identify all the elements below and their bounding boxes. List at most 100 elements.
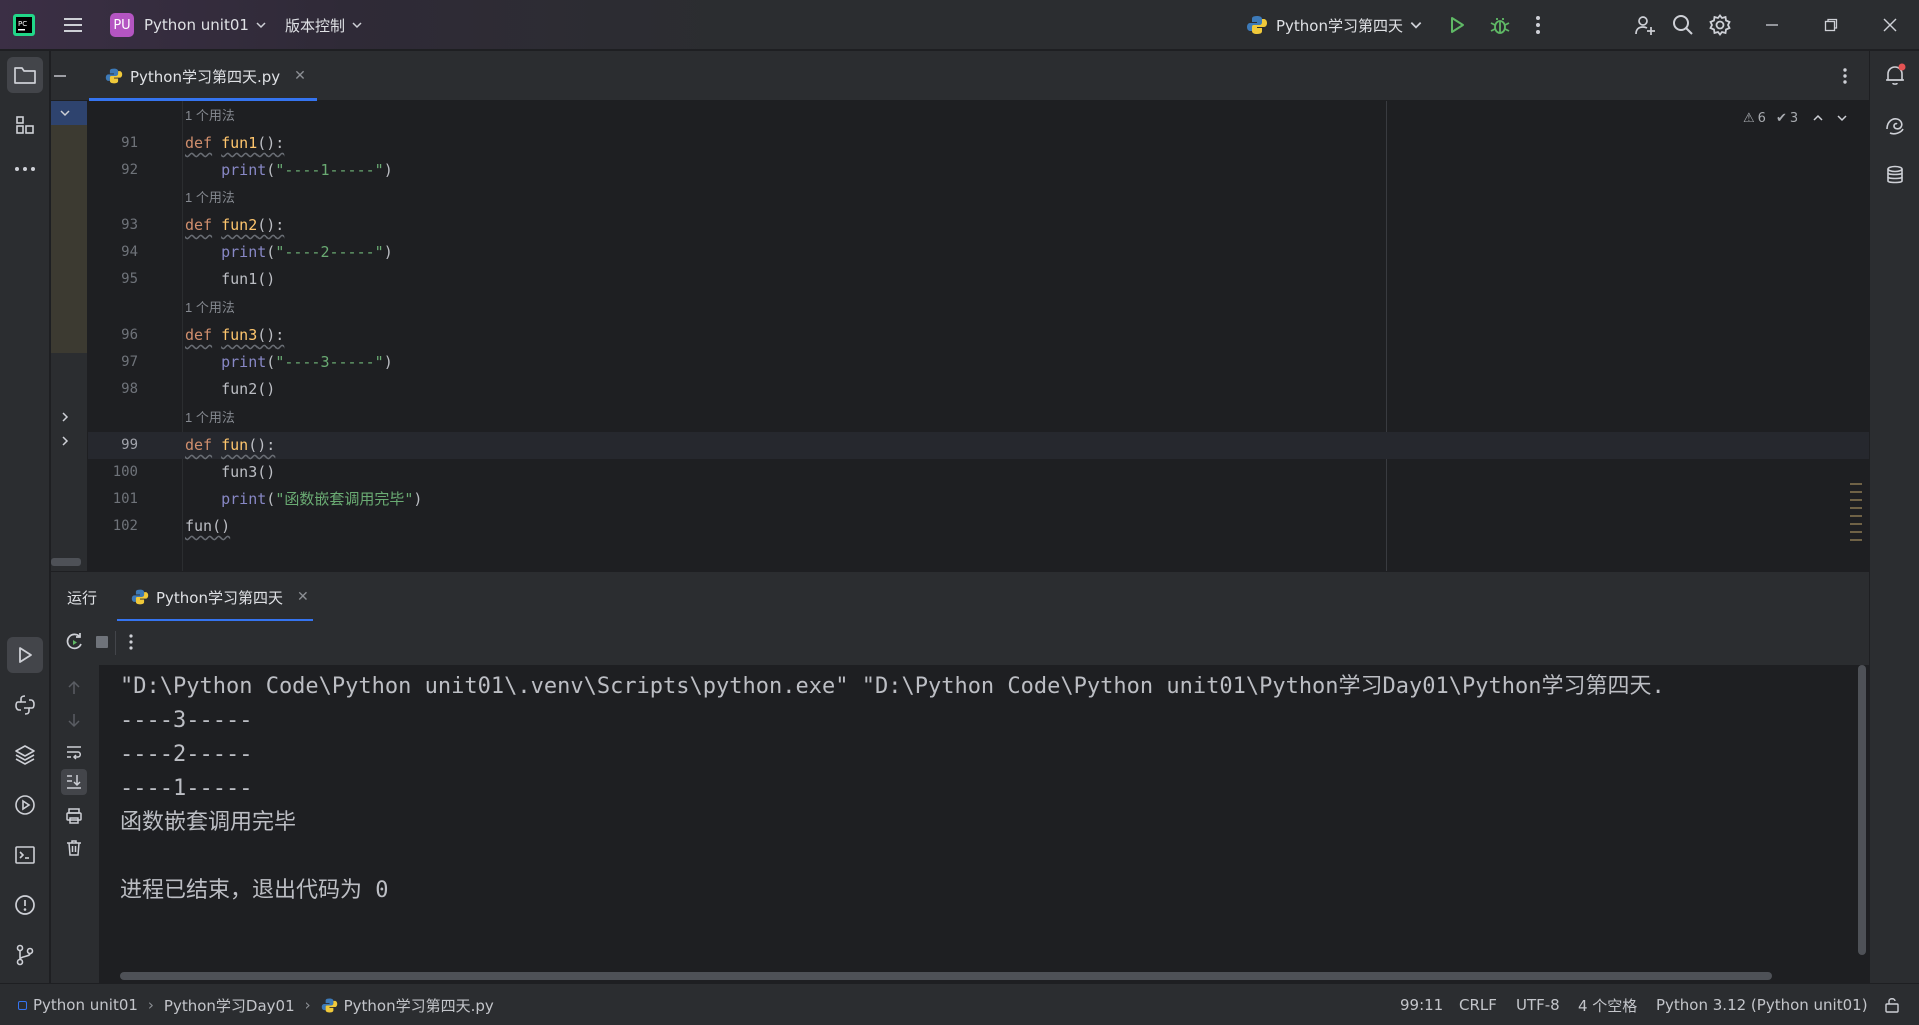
settings-gear-icon[interactable] (1709, 0, 1731, 50)
error-stripe-marks[interactable] (1850, 483, 1862, 547)
breadcrumb-folder[interactable]: Python学习Day01 (164, 995, 295, 1016)
structure-icon (16, 116, 34, 134)
console-output[interactable]: "D:\Python Code\Python unit01\.venv\Scri… (99, 665, 1869, 983)
usage-hint[interactable]: 1 个用法 (185, 187, 235, 209)
close-tab-icon[interactable]: ✕ (294, 68, 306, 84)
add-user-icon[interactable] (1634, 0, 1656, 50)
structure-tool-button[interactable] (7, 107, 43, 143)
usage-hint[interactable]: 1 个用法 (185, 297, 235, 319)
run-title: 运行 (67, 588, 98, 607)
lock-icon[interactable] (1884, 984, 1900, 1025)
close-window-icon[interactable] (1883, 0, 1897, 50)
chevron-right-icon[interactable] (59, 411, 71, 423)
code-line[interactable]: 102 fun() (88, 513, 1869, 540)
chevron-up-icon[interactable] (1812, 112, 1824, 124)
pycharm-logo-icon[interactable]: PC (12, 0, 36, 50)
collapse-project-icon[interactable] (53, 51, 67, 101)
code-line[interactable]: 96 def fun3(): (88, 322, 1869, 349)
code-line[interactable]: 100 fun3() (88, 459, 1869, 486)
code-line[interactable]: 91 def fun1(): (88, 130, 1869, 157)
console-vertical-scrollbar[interactable] (1858, 665, 1866, 955)
code-editor[interactable]: 1 个用法 91 def fun1(): 92 print("----1----… (88, 101, 1869, 571)
project-tool-button[interactable] (7, 57, 43, 93)
code-line[interactable]: 95 fun1() (88, 266, 1869, 293)
weak-warning-count: 3 (1789, 110, 1799, 126)
run-tab-label: Python学习第四天 (156, 588, 283, 607)
run-tool-header: 运行 Python学习第四天 ✕ (51, 571, 1869, 622)
run-button[interactable] (1447, 0, 1467, 50)
git-tool-button[interactable] (7, 937, 43, 973)
console-line: ----2----- (120, 742, 253, 767)
usage-hint[interactable]: 1 个用法 (185, 105, 235, 127)
main-menu-icon[interactable] (62, 0, 84, 50)
code-line[interactable]: 101 print("函数嵌套调用完毕") (88, 486, 1869, 513)
breadcrumb-file[interactable]: Python学习第四天.py (344, 995, 494, 1016)
run-icon (19, 647, 32, 663)
scroll-to-end-icon[interactable] (61, 769, 87, 795)
notifications-button[interactable] (1877, 57, 1913, 93)
ai-assistant-button[interactable] (1877, 107, 1913, 143)
check-icon: ✔ (1775, 110, 1787, 126)
more-options-icon[interactable] (128, 633, 134, 651)
project-pane-scrollbar[interactable] (51, 558, 81, 566)
indent-setting[interactable]: 4 个空格 (1578, 984, 1637, 1025)
database-button[interactable] (1877, 157, 1913, 193)
left-tool-strip (0, 51, 50, 983)
code-line-current[interactable]: 99 def fun(): (88, 432, 1869, 459)
scroll-down-icon[interactable] (61, 707, 87, 733)
chevron-right-icon: › (304, 996, 311, 1014)
run-config-selector[interactable]: Python学习第四天 (1246, 0, 1423, 50)
code-line[interactable]: 98 fun2() (88, 376, 1869, 403)
minimize-icon[interactable] (1765, 0, 1779, 50)
scroll-up-icon[interactable] (61, 675, 87, 701)
services-icon (15, 795, 35, 815)
terminal-tool-button[interactable] (7, 837, 43, 873)
debug-button[interactable] (1489, 0, 1511, 50)
services-tool-button[interactable] (7, 787, 43, 823)
project-selector[interactable]: PU Python unit01 (110, 0, 267, 50)
usage-hint[interactable]: 1 个用法 (185, 407, 235, 429)
project-badge: PU (110, 13, 134, 37)
soft-wrap-icon[interactable] (61, 739, 87, 765)
chevron-down-icon[interactable] (59, 107, 71, 119)
stop-icon[interactable] (95, 635, 109, 649)
code-line[interactable]: 97 print("----3-----") (88, 349, 1869, 376)
problems-tool-button[interactable] (7, 887, 43, 923)
terminal-icon (15, 846, 35, 864)
chevron-down-icon[interactable] (1836, 112, 1848, 124)
file-encoding[interactable]: UTF-8 (1516, 984, 1560, 1025)
rerun-icon[interactable] (63, 631, 85, 653)
line-number: 99 (121, 437, 138, 453)
code-text: print("----2-----") (221, 243, 393, 261)
editor-tab-bar: Python学习第四天.py ✕ (51, 51, 1869, 101)
tab-options-icon[interactable] (1842, 51, 1848, 101)
print-icon[interactable] (61, 803, 87, 829)
line-number: 97 (121, 354, 138, 370)
line-number: 96 (121, 327, 138, 343)
breadcrumb-project[interactable]: Python unit01 (33, 996, 138, 1014)
python-console-button[interactable] (7, 687, 43, 723)
layers-tool-button[interactable] (7, 737, 43, 773)
database-icon (1887, 165, 1903, 184)
inspection-widget[interactable]: ⚠ 6 ✔ 3 (1743, 101, 1848, 135)
line-separator[interactable]: CRLF (1459, 984, 1497, 1025)
caret-position[interactable]: 99:11 (1400, 984, 1443, 1025)
restore-icon[interactable] (1824, 0, 1838, 50)
vcs-menu[interactable]: 版本控制 (285, 0, 363, 50)
more-tools-button[interactable] (7, 151, 43, 187)
tab-python-day4[interactable]: Python学习第四天.py ✕ (89, 51, 317, 101)
line-number: 95 (121, 271, 138, 287)
chevron-right-icon[interactable] (59, 435, 71, 447)
more-actions-icon[interactable] (1535, 0, 1541, 50)
search-icon[interactable] (1672, 0, 1694, 50)
console-line: 进程已结束，退出代码为 0 (120, 878, 389, 903)
close-run-tab-icon[interactable]: ✕ (297, 589, 309, 605)
code-line[interactable]: 93 def fun2(): (88, 212, 1869, 239)
code-line[interactable]: 94 print("----2-----") (88, 239, 1869, 266)
code-line[interactable]: 92 print("----1-----") (88, 157, 1869, 184)
run-tab[interactable]: Python学习第四天 ✕ (117, 572, 313, 622)
console-horizontal-scrollbar[interactable] (120, 972, 1772, 980)
trash-icon[interactable] (61, 835, 87, 861)
run-tool-button[interactable] (7, 637, 43, 673)
python-interpreter[interactable]: Python 3.12 (Python unit01) (1656, 984, 1868, 1025)
